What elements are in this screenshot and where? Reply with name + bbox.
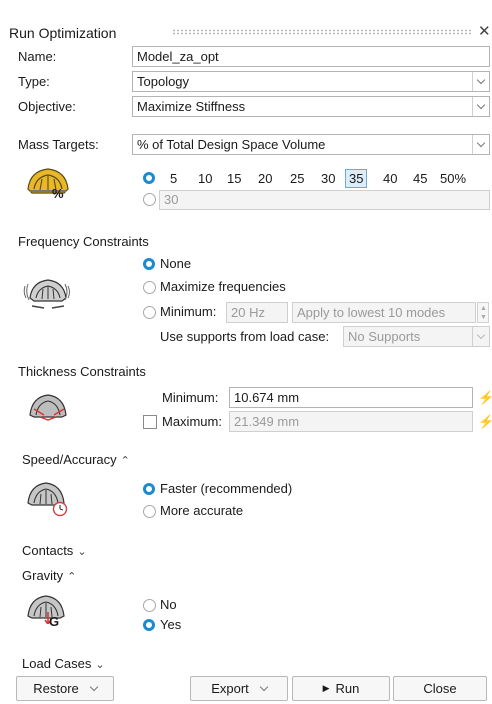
- play-icon: ▶: [322, 683, 330, 693]
- title-drag-handle[interactable]: [172, 29, 472, 35]
- speed-accurate-label: More accurate: [160, 503, 244, 518]
- supports-label: Use supports from load case:: [160, 329, 330, 344]
- frequency-none-label: None: [160, 256, 192, 271]
- lightning-icon[interactable]: ⚡: [478, 390, 492, 406]
- double-chevron-down-icon[interactable]: ⌄: [77, 544, 86, 560]
- mass-targets-select[interactable]: % of Total Design Space Volume: [132, 134, 490, 155]
- thickness-maximum-checkbox[interactable]: [143, 415, 157, 429]
- restore-label: Restore: [33, 681, 79, 696]
- percent-option-45[interactable]: 45: [410, 170, 430, 187]
- gravity-heading[interactable]: Gravity ⌃: [22, 568, 76, 585]
- gravity-icon-label: G: [49, 614, 60, 629]
- percent-option-10[interactable]: 10: [195, 170, 215, 187]
- modes-spinner[interactable]: ▲ ▼: [477, 302, 489, 323]
- export-label: Export: [211, 681, 249, 696]
- supports-value: No Supports: [348, 329, 421, 344]
- speed-faster-label: Faster (recommended): [160, 481, 293, 496]
- frequency-maximize-radio[interactable]: [143, 281, 156, 294]
- double-chevron-down-icon[interactable]: ⌄: [95, 657, 104, 673]
- mass-preset-radio[interactable]: [143, 172, 155, 184]
- type-value: Topology: [137, 74, 190, 89]
- chevron-down-icon: [472, 327, 489, 346]
- spinner-down-icon: ▼: [480, 314, 487, 321]
- thickness-minimum-input[interactable]: 10.674 mm: [229, 387, 473, 408]
- percent-option-5[interactable]: 5: [167, 170, 180, 187]
- speed-faster-radio[interactable]: [143, 483, 155, 495]
- mass-custom-input[interactable]: 30: [159, 190, 490, 210]
- frequency-heading: Frequency Constraints: [18, 234, 149, 249]
- percent-option-20[interactable]: 20: [255, 170, 275, 187]
- objective-label: Objective:: [18, 99, 76, 114]
- speed-icon: [27, 482, 68, 517]
- frequency-minimum-label: Minimum:: [160, 304, 217, 319]
- thickness-icon: [29, 394, 67, 421]
- thickness-maximum-label: Maximum:: [162, 414, 222, 429]
- run-label: Run: [335, 681, 360, 696]
- chevron-down-icon: [472, 72, 489, 91]
- frequency-none-radio[interactable]: [143, 258, 155, 270]
- objective-select[interactable]: Maximize Stiffness: [132, 96, 490, 117]
- run-button[interactable]: ▶ Run: [292, 676, 390, 701]
- gravity-no-label: No: [160, 597, 177, 612]
- load-cases-heading[interactable]: Load Cases ⌄: [22, 656, 105, 673]
- gravity-yes-label: Yes: [160, 617, 182, 632]
- gravity-icon: [27, 595, 65, 624]
- percent-option-30[interactable]: 30: [318, 170, 338, 187]
- thickness-minimum-label: Minimum:: [162, 390, 219, 405]
- percent-option-25[interactable]: 25: [287, 170, 307, 187]
- name-label: Name:: [18, 49, 57, 64]
- close-button[interactable]: Close: [393, 676, 487, 701]
- double-chevron-up-icon[interactable]: ⌃: [67, 569, 76, 585]
- objective-value: Maximize Stiffness: [137, 99, 246, 114]
- frequency-minimum-radio[interactable]: [143, 306, 156, 319]
- thickness-heading: Thickness Constraints: [18, 364, 146, 379]
- lightning-icon[interactable]: ⚡: [478, 414, 492, 430]
- speed-heading-label: Speed/Accuracy: [22, 452, 117, 467]
- frequency-icon: [23, 279, 70, 309]
- thickness-maximum-input[interactable]: 21.349 mm: [229, 411, 473, 432]
- mass-custom-radio[interactable]: [143, 193, 156, 206]
- percent-option-40[interactable]: 40: [380, 170, 400, 187]
- percent-option-50[interactable]: 50%: [437, 170, 469, 187]
- type-select[interactable]: Topology: [132, 71, 490, 92]
- double-chevron-up-icon[interactable]: ⌃: [121, 453, 130, 469]
- gravity-no-radio[interactable]: [143, 599, 156, 612]
- percent-option-15[interactable]: 15: [224, 170, 244, 187]
- frequency-maximize-label: Maximize frequencies: [160, 279, 286, 294]
- close-icon[interactable]: ✕: [478, 24, 491, 40]
- gravity-yes-radio[interactable]: [143, 619, 155, 631]
- gravity-heading-label: Gravity: [22, 568, 64, 583]
- mass-target-icon: [27, 168, 69, 194]
- load-cases-heading-label: Load Cases: [22, 656, 92, 671]
- close-label: Close: [423, 681, 457, 696]
- chevron-down-icon: [259, 682, 269, 692]
- mass-target-icon-label: %: [52, 186, 64, 201]
- mass-targets-label: Mass Targets:: [18, 137, 99, 152]
- frequency-minimum-input[interactable]: 20 Hz: [226, 302, 288, 323]
- spinner-up-icon: ▲: [480, 305, 487, 312]
- restore-button[interactable]: Restore: [16, 676, 114, 701]
- name-input[interactable]: Model_za_opt: [132, 46, 490, 67]
- dialog-title: Run Optimization: [9, 25, 117, 41]
- contacts-heading-label: Contacts: [22, 543, 74, 558]
- percent-option-35[interactable]: 35: [345, 169, 368, 188]
- modes-input[interactable]: Apply to lowest 10 modes: [292, 302, 476, 323]
- export-button[interactable]: Export: [190, 676, 288, 701]
- type-label: Type:: [18, 74, 50, 89]
- speed-accurate-radio[interactable]: [143, 505, 156, 518]
- chevron-down-icon: [472, 135, 489, 154]
- supports-select[interactable]: No Supports: [343, 326, 490, 347]
- speed-heading[interactable]: Speed/Accuracy ⌃: [22, 452, 130, 469]
- mass-targets-value: % of Total Design Space Volume: [137, 137, 326, 152]
- chevron-down-icon: [472, 97, 489, 116]
- chevron-down-icon: [89, 682, 99, 692]
- contacts-heading[interactable]: Contacts ⌄: [22, 543, 87, 560]
